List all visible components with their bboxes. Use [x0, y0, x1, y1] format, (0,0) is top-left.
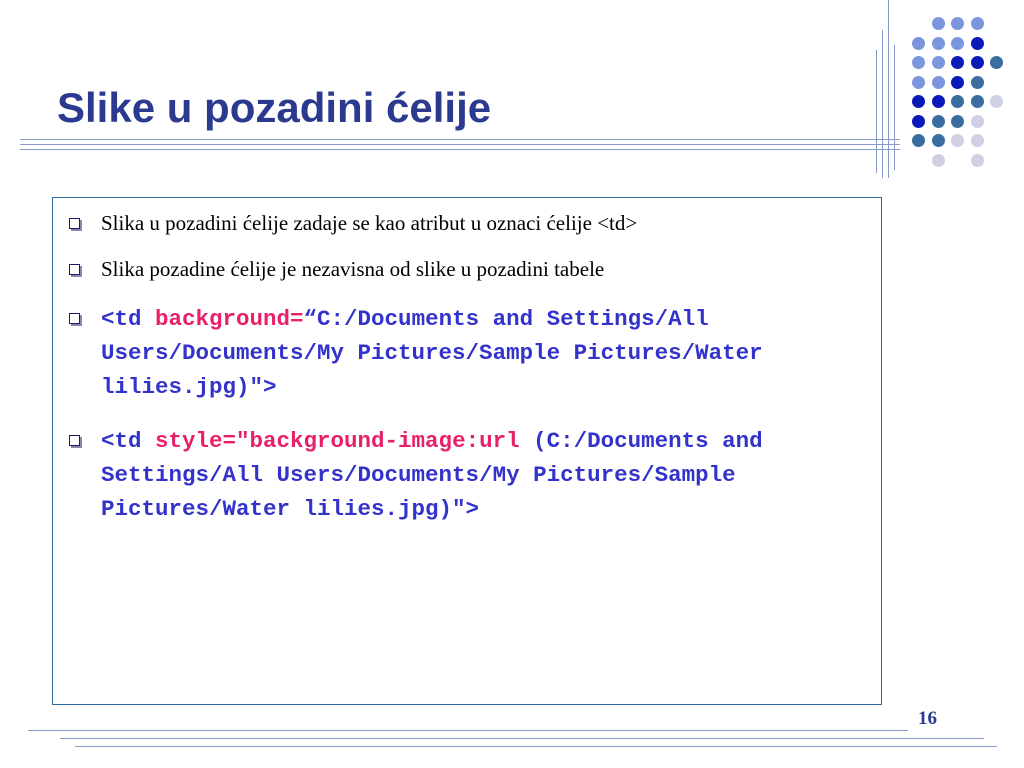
bullet-item: Slika u pozadini ćelije zadaje se kao at…: [65, 210, 871, 236]
square-bullet-icon: [69, 264, 80, 275]
decorative-dot: [912, 114, 925, 128]
decorative-dot: [912, 36, 925, 50]
header-rule-bottom: [20, 149, 900, 150]
decorative-dot: [951, 75, 964, 89]
square-bullet-icon: [69, 218, 80, 229]
decorative-dot: [990, 95, 1003, 108]
decorative-dot: [970, 134, 984, 147]
slide-title: Slike u pozadini ćelije: [57, 84, 492, 131]
decorative-dot: [931, 114, 945, 128]
header-rule-top: [20, 139, 900, 140]
code-text-part: <td: [101, 306, 156, 332]
code-highlight: style="background-image:url: [155, 428, 520, 454]
decorative-dot: [931, 17, 945, 30]
decorative-dot: [970, 114, 984, 128]
footer-rule-bottom: [75, 746, 997, 747]
decorative-dot: [970, 95, 984, 108]
vertical-rule-1: [876, 50, 877, 173]
code-bullet-item: <td style="background-image:url (C:/Docu…: [65, 424, 871, 526]
decorative-dot: [951, 114, 964, 128]
decorative-dot: [990, 56, 1003, 69]
content-frame: Slika u pozadini ćelije zadaje se kao at…: [52, 197, 882, 705]
square-bullet-icon: [69, 435, 80, 446]
decorative-dot: [970, 17, 984, 30]
decorative-dot: [951, 36, 964, 50]
decorative-dot: [970, 36, 984, 50]
header-rule-middle: [20, 144, 900, 145]
code-text-part: <td: [101, 428, 156, 454]
decorative-dot: [931, 134, 945, 147]
decorative-dot: [912, 95, 925, 108]
bullet-item: Slika pozadine ćelije je nezavisna od sl…: [65, 256, 871, 282]
decorative-dot: [951, 17, 964, 30]
decorative-dot: [970, 75, 984, 89]
vertical-rule-3: [888, 0, 889, 178]
decorative-dot: [931, 95, 945, 108]
decorative-dot: [951, 134, 964, 147]
decorative-dot: [931, 36, 945, 50]
decorative-dot: [912, 75, 925, 89]
decorative-dot: [931, 153, 945, 167]
vertical-rule-2: [882, 30, 883, 178]
vertical-rule-4: [894, 45, 895, 170]
page-number: 16: [918, 708, 937, 729]
bullet-list: Slika u pozadini ćelije zadaje se kao at…: [65, 210, 871, 546]
footer-rule-top: [28, 730, 908, 731]
decorative-dot: [931, 75, 945, 89]
decorative-dot: [951, 56, 964, 69]
bullet-text: Slika pozadine ćelije je nezavisna od sl…: [101, 257, 605, 281]
decorative-dot: [951, 95, 964, 108]
footer-rule-middle: [60, 738, 984, 739]
decorative-dot: [912, 56, 925, 69]
code-bullet-item: <td background=“C:/Documents and Setting…: [65, 302, 871, 404]
decorative-dot: [970, 56, 984, 69]
decorative-dot: [970, 153, 984, 167]
square-bullet-icon: [69, 313, 80, 324]
decorative-dot: [912, 134, 925, 147]
bullet-text: Slika u pozadini ćelije zadaje se kao at…: [101, 211, 638, 235]
code-highlight: background=: [155, 306, 304, 332]
decorative-dot: [931, 56, 945, 69]
